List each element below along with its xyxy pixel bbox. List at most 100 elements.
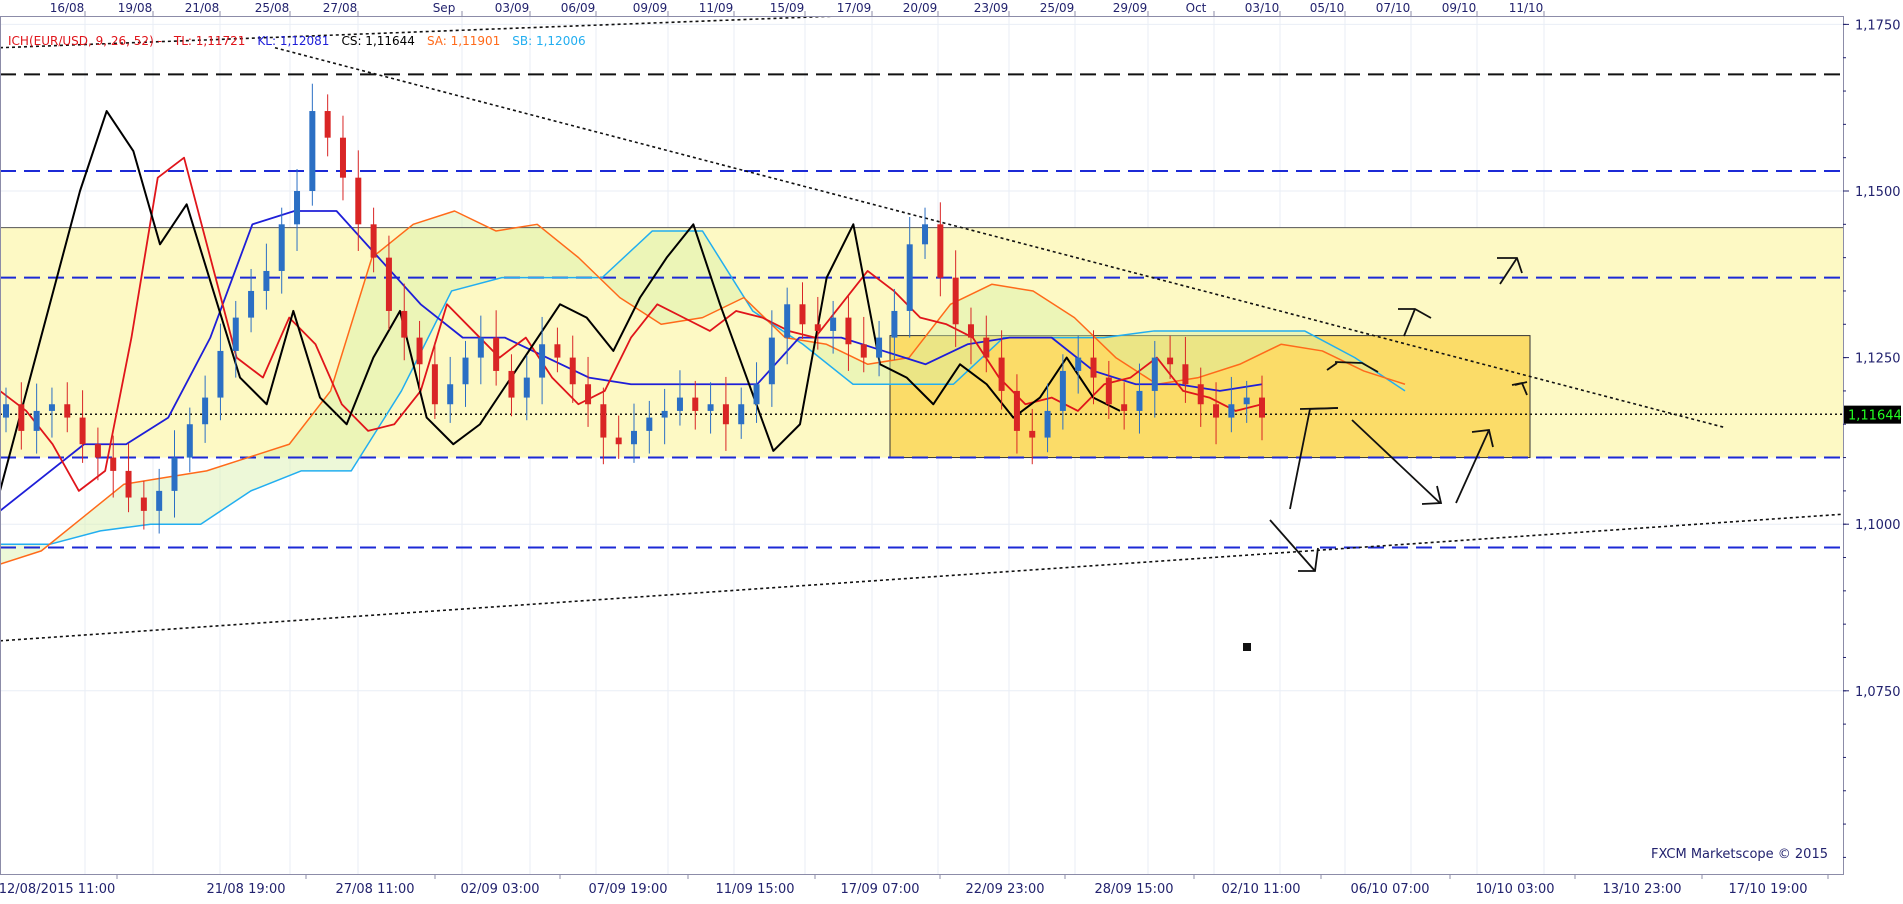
legend-item: SA: 1,11901 bbox=[427, 34, 500, 48]
candle bbox=[814, 324, 821, 331]
legend-item: SB: 1,12006 bbox=[512, 34, 585, 48]
bottom-tick-label: 12/08/2015 11:00 bbox=[0, 882, 115, 897]
candle bbox=[94, 444, 101, 458]
candle bbox=[1105, 377, 1112, 405]
candle bbox=[600, 404, 607, 438]
candle bbox=[784, 304, 791, 338]
candle bbox=[508, 370, 515, 398]
bottom-tick-label: 17/10 19:00 bbox=[1728, 882, 1807, 897]
top-tick-label: 15/09 bbox=[770, 1, 805, 15]
bottom-tick-label: 21/08 19:00 bbox=[206, 882, 285, 897]
price-tick-label: 1,0750 bbox=[1855, 685, 1901, 700]
candle bbox=[922, 224, 929, 245]
candle bbox=[186, 424, 193, 458]
candle bbox=[1044, 410, 1051, 438]
candle bbox=[707, 404, 714, 411]
candle bbox=[722, 404, 729, 425]
price-tick-label: 1,1250 bbox=[1855, 352, 1901, 367]
top-tick-label: Oct bbox=[1186, 1, 1207, 15]
candle bbox=[18, 404, 25, 431]
top-tick-label: 25/09 bbox=[1040, 1, 1075, 15]
top-tick-label: 11/09 bbox=[699, 1, 734, 15]
bottom-tick-label: 07/09 19:00 bbox=[588, 882, 667, 897]
candle bbox=[1228, 404, 1235, 418]
bottom-tick-label: 22/09 23:00 bbox=[965, 882, 1044, 897]
candle bbox=[447, 384, 454, 405]
candle bbox=[294, 191, 301, 225]
top-tick-label: 06/09 bbox=[561, 1, 596, 15]
candle bbox=[1136, 390, 1143, 411]
marker-square[interactable] bbox=[1243, 643, 1251, 651]
indicator-legend: ICH(EUR/USD, 9, 26, 52) - TL: 1,11721 KL: … bbox=[8, 34, 586, 48]
candle bbox=[263, 270, 270, 291]
candle bbox=[217, 350, 224, 398]
candle bbox=[370, 224, 377, 258]
top-tick-label: 17/09 bbox=[837, 1, 872, 15]
price-tick-label: 1,1000 bbox=[1855, 518, 1901, 533]
candle bbox=[462, 357, 469, 385]
bottom-tick-label: 27/08 11:00 bbox=[335, 882, 414, 897]
top-tick-label: 23/09 bbox=[974, 1, 1009, 15]
top-tick-label: Sep bbox=[433, 1, 456, 15]
candle bbox=[998, 357, 1005, 391]
top-tick-label: 05/10 bbox=[1310, 1, 1345, 15]
bottom-tick-label: 17/09 07:00 bbox=[840, 882, 919, 897]
candle bbox=[140, 497, 147, 511]
candle bbox=[110, 457, 117, 471]
candle bbox=[906, 244, 913, 311]
candle bbox=[171, 457, 178, 491]
top-tick-label: 29/09 bbox=[1113, 1, 1148, 15]
candle bbox=[615, 437, 622, 445]
candle bbox=[385, 257, 392, 311]
candle bbox=[309, 111, 316, 191]
candle bbox=[1197, 384, 1204, 405]
top-time-axis: 16/08 19/08 21/08 25/08 27/08 Sep 03/09 06/09 09… bbox=[50, 1, 1545, 16]
watermark: FXCM Marketscope © 2015 bbox=[1651, 847, 1828, 862]
candle bbox=[1013, 390, 1020, 431]
candle bbox=[569, 357, 576, 385]
candle bbox=[1075, 357, 1082, 371]
candle bbox=[676, 397, 683, 411]
candle bbox=[33, 410, 40, 431]
bottom-tick-label: 02/09 03:00 bbox=[460, 882, 539, 897]
candle bbox=[3, 404, 9, 418]
candle bbox=[79, 417, 86, 445]
top-tick-label: 25/08 bbox=[255, 1, 290, 15]
bottom-tick-label: 28/09 15:00 bbox=[1094, 882, 1173, 897]
bottom-tick-label: 11/09 15:00 bbox=[715, 882, 794, 897]
candle bbox=[891, 310, 898, 338]
top-tick-label: 11/10 bbox=[1509, 1, 1544, 15]
bottom-tick-label: 06/10 07:00 bbox=[1350, 882, 1429, 897]
top-tick-label: 21/08 bbox=[185, 1, 220, 15]
candle bbox=[876, 337, 883, 358]
top-tick-label: 27/08 bbox=[323, 1, 358, 15]
candle bbox=[64, 404, 71, 418]
current-price-tag: 1,11644 bbox=[1844, 405, 1902, 424]
candle bbox=[202, 397, 209, 425]
top-tick-label: 16/08 bbox=[50, 1, 85, 15]
candle bbox=[646, 417, 653, 431]
top-tick-label: 03/10 bbox=[1245, 1, 1280, 15]
top-tick-label: 19/08 bbox=[118, 1, 153, 15]
candle bbox=[952, 277, 959, 325]
candle bbox=[692, 397, 699, 411]
candle bbox=[738, 404, 745, 425]
candle bbox=[416, 337, 423, 365]
candle bbox=[431, 364, 438, 405]
candle bbox=[401, 310, 408, 338]
candle bbox=[477, 337, 484, 358]
candle bbox=[1151, 357, 1158, 391]
bottom-tick-label: 10/10 03:00 bbox=[1475, 882, 1554, 897]
arrow-swing-up-head[interactable] bbox=[1299, 407, 1339, 410]
chart-window: 16/08 19/08 21/08 25/08 27/08 Sep 03/09 06/09 09… bbox=[0, 0, 1903, 900]
candle bbox=[554, 344, 561, 358]
candle bbox=[324, 111, 331, 138]
candle bbox=[631, 430, 637, 445]
candle bbox=[661, 410, 668, 418]
candle bbox=[493, 337, 500, 371]
candle bbox=[860, 344, 867, 358]
top-tick-label: 03/09 bbox=[495, 1, 530, 15]
legend-item: ICH(EUR/USD, 9, 26, 52) - bbox=[8, 34, 162, 48]
price-chart[interactable]: 16/08 19/08 21/08 25/08 27/08 Sep 03/09 06/09 09… bbox=[0, 0, 1903, 900]
candle bbox=[1167, 357, 1174, 365]
